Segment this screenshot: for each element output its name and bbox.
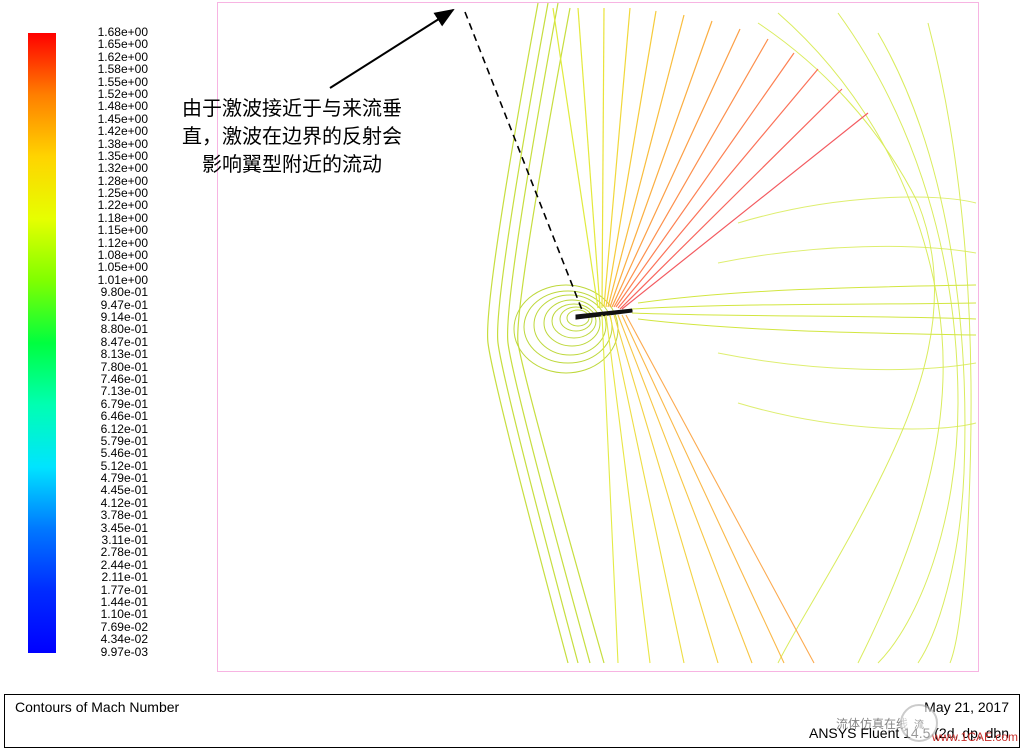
- legend-tick: 1.42e+00: [60, 125, 148, 137]
- legend-tick: 1.48e+00: [60, 100, 148, 112]
- legend-tick: 6.46e-01: [60, 410, 148, 422]
- legend-tick: 1.65e+00: [60, 38, 148, 50]
- legend-tick: 1.58e+00: [60, 63, 148, 75]
- legend-tick: 9.97e-03: [60, 646, 148, 658]
- annotation-text: 由于激波接近于与来流垂 直，激波在边界的反射会 影响翼型附近的流动: [182, 95, 402, 179]
- legend-tick: 1.15e+00: [60, 224, 148, 236]
- legend-tick: 2.78e-01: [60, 546, 148, 558]
- legend-tick: 8.13e-01: [60, 348, 148, 360]
- legend-tick: 1.22e+00: [60, 199, 148, 211]
- annotation-line-2: 直，激波在边界的反射会: [182, 123, 402, 151]
- legend-tick: 5.46e-01: [60, 447, 148, 459]
- plot-date: May 21, 2017: [924, 699, 1009, 715]
- legend-tick: 3.78e-01: [60, 509, 148, 521]
- legend-tick: 4.45e-01: [60, 484, 148, 496]
- color-legend-bar: [28, 33, 56, 653]
- annotation-line-3: 影响翼型附近的流动: [182, 151, 402, 179]
- watermark-text: 流体仿真在线: [836, 715, 908, 732]
- watermark-url: www.1CAE.com: [932, 730, 1018, 744]
- legend-tick: 1.32e+00: [60, 162, 148, 174]
- legend-tick: 1.10e-01: [60, 608, 148, 620]
- color-legend-ticks: 1.68e+001.65e+001.62e+001.58e+001.55e+00…: [60, 26, 148, 658]
- legend-tick: 9.80e-01: [60, 286, 148, 298]
- legend-tick: 1.05e+00: [60, 261, 148, 273]
- plot-title: Contours of Mach Number: [15, 699, 179, 715]
- watermark-logo-icon: 流: [900, 704, 938, 742]
- legend-tick: 4.34e-02: [60, 633, 148, 645]
- annotation-line-1: 由于激波接近于与来流垂: [182, 95, 402, 123]
- legend-tick: 2.11e-01: [60, 571, 148, 583]
- legend-tick: 7.13e-01: [60, 385, 148, 397]
- figure-root: 1.68e+001.65e+001.62e+001.58e+001.55e+00…: [0, 0, 1024, 748]
- legend-tick: 8.80e-01: [60, 323, 148, 335]
